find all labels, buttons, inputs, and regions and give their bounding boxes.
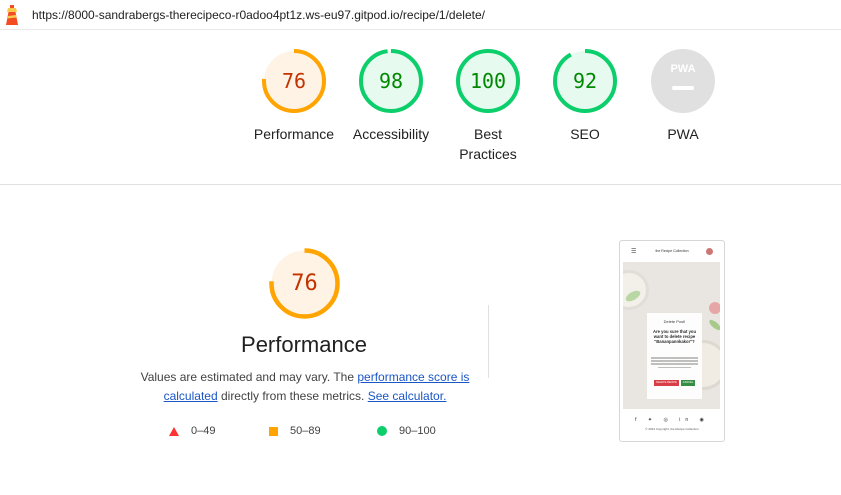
performance-title: Performance xyxy=(241,332,367,357)
desc-text: Values are estimated and may vary. The xyxy=(140,370,358,384)
legend-range: 0–49 xyxy=(191,425,216,437)
address-bar-divider xyxy=(0,29,841,30)
gauge-ring: 92 xyxy=(552,48,618,114)
thumb-cancel-button: CANCEL xyxy=(681,380,695,386)
pwa-badge-text: PWA xyxy=(670,63,695,75)
gauge-best-practices[interactable]: 100 Best Practices xyxy=(438,48,538,164)
see-calculator-link[interactable]: See calculator. xyxy=(368,389,447,403)
legend-item-pass: 90–100 xyxy=(377,425,436,437)
thumb-navbar: ☰ the Recipe Collection xyxy=(620,241,724,262)
gauge-score: 100 xyxy=(469,69,507,93)
gauge-score: 92 xyxy=(572,69,598,93)
gauge-ring: PWA xyxy=(650,48,716,114)
gauge-ring: 98 xyxy=(358,48,424,114)
square-icon xyxy=(269,426,278,436)
thumb-card-body xyxy=(651,357,698,375)
legend-item-average: 50–89 xyxy=(269,425,321,437)
avatar xyxy=(706,248,713,255)
gauge-label: PWA xyxy=(667,126,699,142)
lighthouse-icon xyxy=(6,5,18,25)
final-screenshot-thumbnail[interactable]: ☰ the Recipe Collection Delete Post! Are… xyxy=(619,240,725,442)
triangle-icon xyxy=(169,426,179,436)
address-bar: https://8000-sandrabergs-therecipeco-r0a… xyxy=(0,0,841,30)
thumb-hero-image: Delete Post! Are you sure that you want … xyxy=(623,262,720,409)
section-divider xyxy=(0,184,841,185)
legend-range: 90–100 xyxy=(399,425,436,437)
gauge-label: Performance xyxy=(253,126,335,142)
score-legend: 0–49 50–89 90–100 xyxy=(0,425,600,443)
thumb-delete-button: DELETE RECIPE xyxy=(654,380,679,386)
performance-description: Values are estimated and may vary. The p… xyxy=(140,368,470,406)
thumb-card-title: Delete Post! xyxy=(663,319,686,324)
gauge-seo[interactable]: 92 SEO xyxy=(535,48,635,144)
score-gauges: 76 Performance 98 Accessibility 100 Best… xyxy=(0,48,841,168)
performance-score: 76 xyxy=(291,271,318,296)
legend-range: 50–89 xyxy=(290,425,321,437)
gauge-label: Accessibility xyxy=(352,126,430,142)
gauge-ring: 76 xyxy=(261,48,327,114)
pwa-badge-icon: PWA xyxy=(651,49,715,113)
gauge-label: SEO xyxy=(570,126,600,142)
thumb-delete-card: Delete Post! Are you sure that you want … xyxy=(647,313,702,399)
gauge-score: 76 xyxy=(281,69,307,93)
gauge-accessibility[interactable]: 98 Accessibility xyxy=(341,48,441,144)
gauge-ring: 100 xyxy=(455,48,521,114)
gauge-performance[interactable]: 76 Performance xyxy=(244,48,344,144)
gauge-score: 98 xyxy=(378,69,404,93)
vertical-divider xyxy=(488,305,489,378)
desc-text-middle: directly from these metrics. xyxy=(217,389,368,403)
thumb-copyright: © 2023 Copyright: the Recipe Collection xyxy=(645,427,699,431)
page-url[interactable]: https://8000-sandrabergs-therecipeco-r0a… xyxy=(32,8,485,22)
thumb-social-icons: f ✦ ◎ in ◉ xyxy=(635,417,709,423)
legend-item-fail: 0–49 xyxy=(169,425,215,437)
circle-icon xyxy=(377,426,387,436)
thumb-card-question: Are you sure that you want to delete rec… xyxy=(652,329,697,344)
performance-gauge-large: 76 xyxy=(268,247,341,320)
gauge-pwa[interactable]: PWA PWA xyxy=(633,48,733,144)
gauge-label: Best Practices xyxy=(459,126,517,162)
